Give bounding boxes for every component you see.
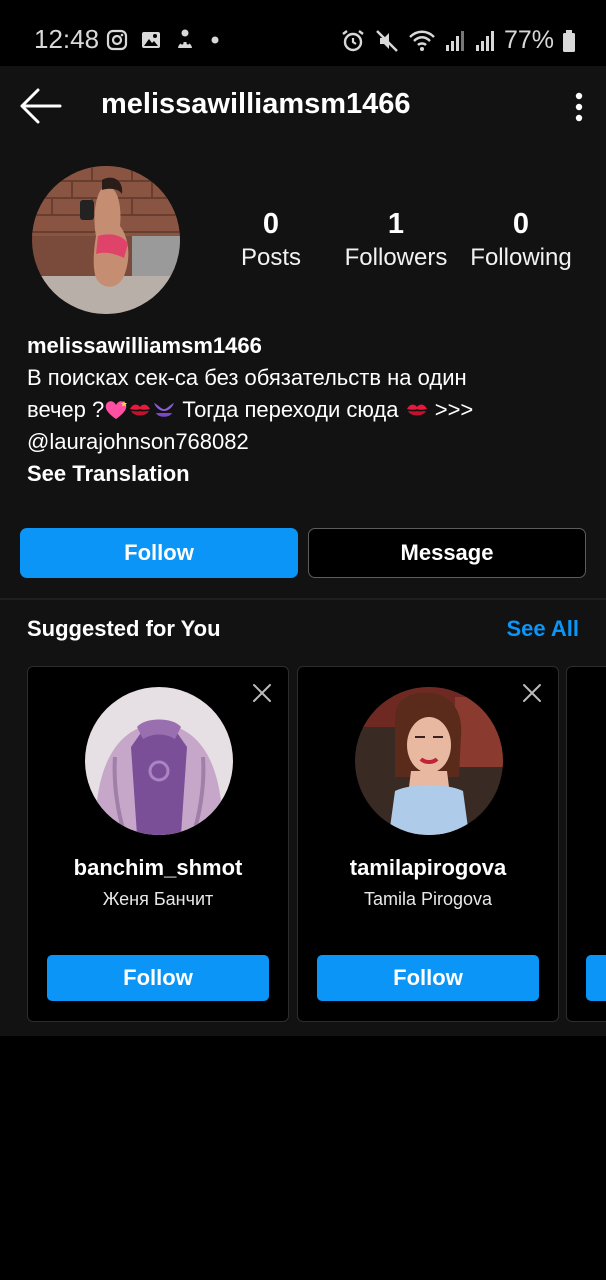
posts-label: Posts bbox=[240, 244, 302, 271]
notification-icon bbox=[178, 29, 192, 48]
suggested-follow-button[interactable]: Follow bbox=[47, 955, 269, 1001]
suggested-follow-button[interactable]: Follow bbox=[317, 955, 539, 1001]
suggested-full-name: Женя Банчит bbox=[102, 889, 214, 909]
sparkling-heart-icon bbox=[105, 401, 128, 419]
bikini-icon bbox=[154, 403, 175, 417]
top-bar: melissawilliamsm1466 bbox=[0, 66, 606, 148]
following-count: 0 bbox=[512, 208, 530, 240]
followers-stat[interactable]: 1 Followers bbox=[331, 206, 461, 274]
profile-screen: melissawilliamsm1466 0 Posts 1 Followers… bbox=[0, 66, 606, 1036]
status-left-icons bbox=[106, 28, 222, 52]
instagram-icon bbox=[106, 29, 128, 51]
profile-name: melissawilliamsm1466 bbox=[27, 333, 262, 358]
suggested-follow-button-partial[interactable] bbox=[586, 955, 606, 1001]
see-all-link[interactable]: See All bbox=[506, 616, 579, 642]
profile-bio: melissawilliamsm1466 В поисках сек-са бе… bbox=[27, 330, 587, 490]
followers-count: 1 bbox=[387, 208, 405, 240]
suggested-full-name: Tamila Pirogova bbox=[363, 889, 493, 909]
signal-icon bbox=[475, 30, 494, 51]
suggested-username[interactable]: tamilapirogova bbox=[298, 855, 558, 881]
bio-mention-link[interactable]: @laurajohnson768082 bbox=[27, 426, 587, 458]
status-right-icons: 77% bbox=[340, 26, 576, 55]
message-button[interactable]: Message bbox=[308, 528, 586, 578]
close-icon[interactable] bbox=[252, 683, 272, 703]
mute-icon bbox=[376, 29, 398, 52]
gallery-icon bbox=[142, 32, 160, 48]
bio-text: вечер ? bbox=[27, 397, 105, 422]
page-title: melissawilliamsm1466 bbox=[101, 88, 411, 120]
dot-icon bbox=[211, 36, 219, 44]
suggested-card-partial[interactable] bbox=[566, 666, 606, 1022]
more-options-icon[interactable] bbox=[574, 92, 584, 122]
battery-percent: 77% bbox=[503, 26, 554, 54]
suggested-card[interactable]: banchim_shmot Женя Банчит Follow bbox=[27, 666, 289, 1022]
suggested-avatar[interactable] bbox=[85, 687, 233, 835]
see-translation-link[interactable]: See Translation bbox=[27, 458, 587, 490]
close-icon[interactable] bbox=[522, 683, 542, 703]
kiss-mark-icon bbox=[406, 404, 427, 416]
suggested-card[interactable]: tamilapirogova Tamila Pirogova Follow bbox=[297, 666, 559, 1022]
posts-count: 0 bbox=[262, 208, 280, 240]
signal-icon bbox=[445, 30, 464, 51]
wifi-icon bbox=[409, 30, 435, 51]
posts-stat[interactable]: 0 Posts bbox=[206, 206, 336, 274]
bio-line-2: вечер ? Тогда переходи сюда >>> bbox=[27, 394, 587, 426]
profile-avatar[interactable] bbox=[32, 166, 180, 314]
followers-label: Followers bbox=[344, 244, 448, 271]
following-stat[interactable]: 0 Following bbox=[456, 206, 586, 274]
alarm-icon bbox=[342, 29, 364, 51]
following-label: Following bbox=[470, 244, 572, 271]
bio-text: Тогда переходи сюда bbox=[176, 397, 405, 422]
suggested-username[interactable]: banchim_shmot bbox=[28, 855, 288, 881]
follow-button[interactable]: Follow bbox=[20, 528, 298, 578]
divider bbox=[0, 598, 606, 600]
back-arrow-icon[interactable] bbox=[18, 86, 62, 126]
status-bar: 12:48 77% bbox=[0, 0, 606, 66]
bio-line-1: В поисках сек-са без обязательств на оди… bbox=[27, 365, 467, 390]
kiss-mark-icon bbox=[130, 404, 151, 416]
battery-icon bbox=[563, 29, 575, 52]
suggested-title: Suggested for You bbox=[27, 616, 221, 641]
bio-text: >>> bbox=[428, 397, 474, 422]
suggested-avatar[interactable] bbox=[355, 687, 503, 835]
status-time: 12:48 bbox=[34, 24, 100, 54]
